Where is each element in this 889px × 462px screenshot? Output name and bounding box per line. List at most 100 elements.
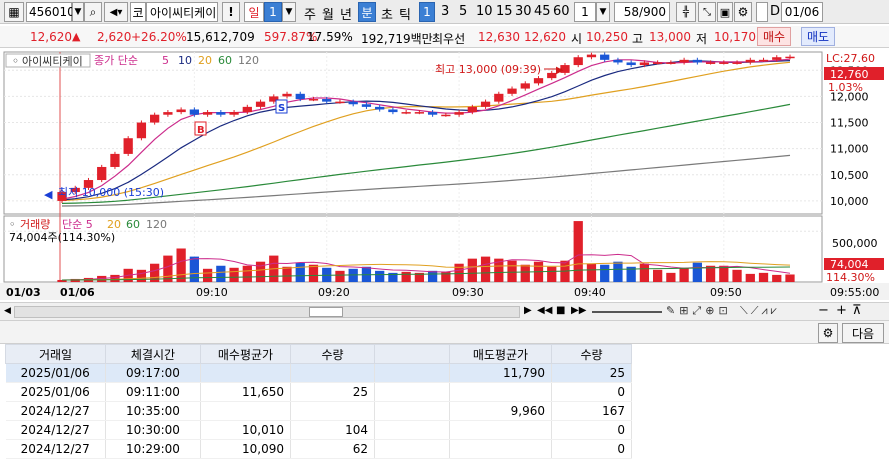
search-icon[interactable]: ⌕ xyxy=(84,2,102,22)
col-sell-avg[interactable]: 매도평균가 xyxy=(449,344,552,364)
table-header-row: 거래일 체결시간 매수평균가 수량 매도평균가 수량 xyxy=(5,344,632,364)
table-row[interactable]: 2024/12/27 10:35:00 9,960 167 xyxy=(5,401,632,421)
code-dropdown-icon[interactable]: ▼ xyxy=(72,2,84,22)
chart-type-icon[interactable]: ⤡ xyxy=(698,2,716,22)
alert-button[interactable]: ! xyxy=(222,2,240,22)
speaker-icon[interactable]: ◀▾ xyxy=(104,2,128,22)
period-year[interactable]: 년 xyxy=(340,4,352,23)
candle-body xyxy=(692,59,702,63)
cell-blank xyxy=(374,401,450,421)
cell-sell-qty: 0 xyxy=(551,382,632,402)
rewind-icon[interactable]: ◀◀ xyxy=(537,305,552,316)
settings-dot-icon: ◦ xyxy=(12,54,19,68)
cell-sell-qty: 167 xyxy=(551,401,632,421)
chart-scrollbar[interactable] xyxy=(14,306,520,318)
date-checkbox[interactable] xyxy=(756,2,768,22)
chart-scroll-thumb[interactable] xyxy=(309,307,343,317)
col-buy-qty[interactable]: 수량 xyxy=(290,344,375,364)
page-count-field[interactable]: 58/900 xyxy=(614,2,670,22)
col-trade-date[interactable]: 거래일 xyxy=(5,344,106,364)
period-minute[interactable]: 분 xyxy=(358,2,376,22)
grid-icon[interactable]: ▦ xyxy=(4,2,24,22)
candle-body xyxy=(97,166,107,181)
volume-bar xyxy=(772,274,782,282)
interval-45[interactable]: 45 xyxy=(534,4,551,19)
volume-bar xyxy=(295,262,305,282)
zoom-out-icon[interactable]: − xyxy=(818,303,829,318)
sell-button[interactable]: 매도 xyxy=(801,27,835,46)
candle-body xyxy=(705,62,716,64)
period-week[interactable]: 주 xyxy=(304,4,316,23)
candle-body xyxy=(123,138,133,154)
volume-bar xyxy=(242,265,252,282)
indicator-icon[interactable]: ╬ xyxy=(676,2,696,22)
save-icon[interactable]: ▣ xyxy=(717,2,733,22)
interval-30[interactable]: 30 xyxy=(515,4,532,19)
col-buy-avg[interactable]: 매수평균가 xyxy=(200,344,291,364)
interval-3[interactable]: 3 xyxy=(441,4,449,19)
cell-blank xyxy=(374,382,450,402)
period-second[interactable]: 초 xyxy=(381,4,393,23)
candle-body xyxy=(242,106,252,113)
count-input[interactable]: 1 xyxy=(574,2,596,22)
interval-10[interactable]: 10 xyxy=(476,4,493,19)
zoom-in-icon[interactable]: + xyxy=(836,303,847,318)
period-day-label[interactable]: 일 xyxy=(244,2,264,22)
scroll-left-icon[interactable]: ◀ xyxy=(4,306,11,316)
cell-sell-avg xyxy=(449,420,552,440)
stock-code-input[interactable]: 456010 xyxy=(26,2,75,22)
candle-body xyxy=(361,104,372,107)
volume-bar xyxy=(666,272,676,282)
volume-bar xyxy=(745,273,755,282)
chart-svg[interactable]: ◦ 아이씨티케이 종가 단순 5 10 20 60 120 최고 13,000 … xyxy=(0,50,889,300)
vol-legend-60: 60 xyxy=(126,218,140,231)
volume-bar xyxy=(692,262,702,282)
buy-button[interactable]: 매수 xyxy=(757,27,791,46)
col-exec-time[interactable]: 체결시간 xyxy=(105,344,201,364)
stock-code-value: 456010 xyxy=(29,5,75,19)
table-settings-icon[interactable]: ⚙ xyxy=(818,323,838,343)
drawing-tools-icon[interactable]: ✎⊞⤢⊕⊡ xyxy=(666,304,732,318)
period-dropdown-icon[interactable]: ▼ xyxy=(282,2,296,22)
ma-legend-20: 20 xyxy=(198,54,212,67)
candle-body xyxy=(427,112,438,115)
candle-body xyxy=(533,78,544,84)
stock-name-field[interactable]: 아이씨티케이 xyxy=(146,2,218,22)
count-dropdown-icon[interactable]: ▼ xyxy=(596,2,610,22)
price-tick-label: 11,500 xyxy=(830,117,869,130)
chart-scroll-row: ◀ ▶ ◀◀ ■ ▶▶ ✎⊞⤢⊕⊡ ⟍⟋⩘⩗ − + ⊼ xyxy=(0,302,889,320)
market-prefix: 코 xyxy=(130,2,146,22)
interval-15[interactable]: 15 xyxy=(496,4,513,19)
interval-1[interactable]: 1 xyxy=(419,2,435,22)
col-sell-qty[interactable]: 수량 xyxy=(551,344,632,364)
period-day-value[interactable]: 1 xyxy=(264,2,282,22)
settings-icon[interactable]: ⚙ xyxy=(734,2,752,22)
table-row[interactable]: 2025/01/06 09:17:00 11,790 25 xyxy=(5,363,632,383)
table-row[interactable]: 2024/12/27 10:30:00 10,010 104 0 xyxy=(5,420,632,440)
next-button[interactable]: 다음 xyxy=(842,323,884,343)
volume-bar xyxy=(785,274,795,282)
period-month[interactable]: 월 xyxy=(322,4,334,23)
volume-bar xyxy=(136,269,147,282)
candle-body xyxy=(679,59,689,63)
fastforward-icon[interactable]: ▶▶ xyxy=(571,305,586,316)
candle-body xyxy=(785,56,795,59)
volume-bar xyxy=(600,264,610,282)
speed-slider[interactable] xyxy=(592,311,662,313)
stop-icon[interactable]: ■ xyxy=(556,305,565,316)
period-tick[interactable]: 틱 xyxy=(399,4,411,23)
date-input[interactable]: 01/06 xyxy=(781,2,823,22)
candle-body xyxy=(758,59,769,62)
cell-date: 2024/12/27 xyxy=(5,439,106,459)
turnover-rate: 17.59% xyxy=(307,30,353,44)
table-row[interactable]: 2024/12/27 10:29:00 10,090 62 0 xyxy=(5,439,632,459)
zoom-fit-icon[interactable]: ⊼ xyxy=(852,303,862,318)
interval-5[interactable]: 5 xyxy=(459,4,467,19)
trend-tools-icon[interactable]: ⟍⟋⩘⩗ xyxy=(740,304,780,318)
candle-body xyxy=(216,112,226,115)
chart-area[interactable]: ◦ 아이씨티케이 종가 단순 5 10 20 60 120 최고 13,000 … xyxy=(0,50,889,300)
table-row[interactable]: 2025/01/06 09:11:00 11,650 25 0 xyxy=(5,382,632,402)
volume-bar xyxy=(480,256,491,282)
interval-60[interactable]: 60 xyxy=(553,4,570,19)
play-icon[interactable]: ▶ xyxy=(524,305,532,316)
